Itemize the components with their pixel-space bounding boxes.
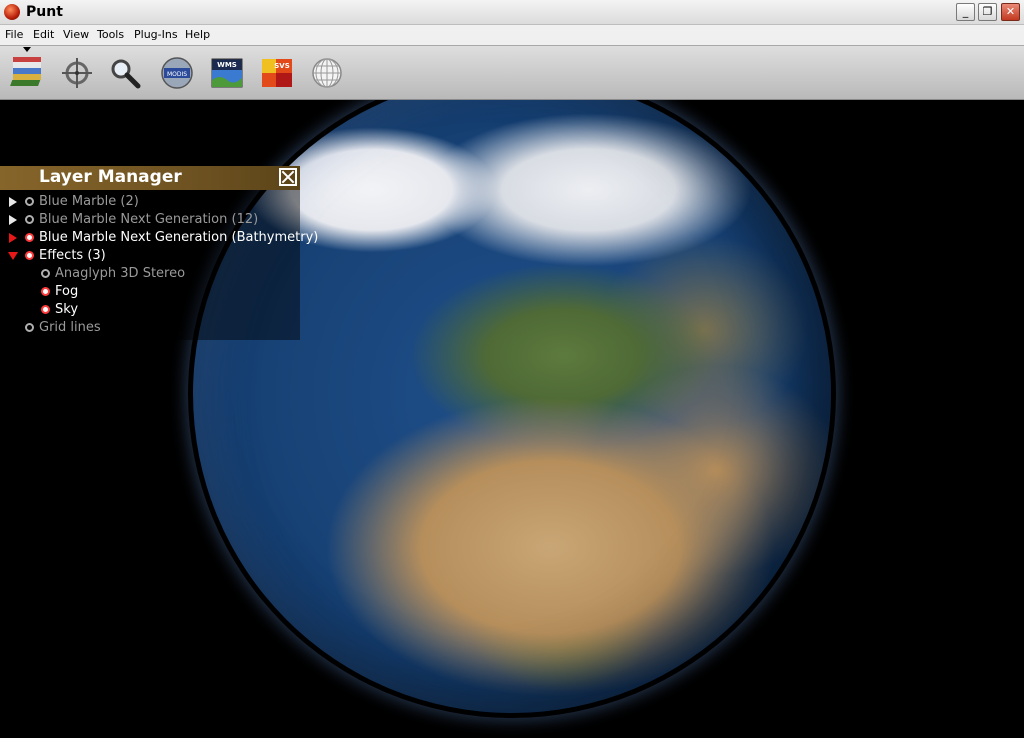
expand-arrow-icon[interactable] [9,215,17,225]
layer-item-anaglyph[interactable]: Anaglyph 3D Stereo [0,265,300,283]
toolbar: MODIS WMS SVS [0,45,1024,100]
app-logo-icon [4,4,20,20]
svs-icon: SVS [262,59,292,87]
layer-label: Grid lines [39,320,101,335]
restore-button[interactable]: ❐ [978,3,997,21]
menu-file[interactable]: File [5,28,23,41]
crosshair-tool-button[interactable] [60,56,94,90]
grid-tool-button[interactable] [310,56,344,90]
svs-tool-button[interactable]: SVS [260,56,294,90]
layer-item-bmng-bathymetry[interactable]: Blue Marble Next Generation (Bathymetry) [0,229,318,247]
layers-icon [10,57,41,86]
layer-label: Blue Marble Next Generation (Bathymetry) [39,230,319,245]
layer-toggle-off-icon[interactable] [25,215,34,224]
layer-manager-title: Layer Manager [39,167,182,187]
layer-item-bmng[interactable]: Blue Marble Next Generation (12) [0,211,300,229]
wms-icon: WMS [211,58,243,88]
expand-arrow-icon[interactable] [9,197,17,207]
layer-label: Blue Marble (2) [39,194,139,209]
wms-label: WMS [217,61,237,69]
layer-manager-close-icon[interactable] [279,168,297,186]
layer-toggle-off-icon[interactable] [25,323,34,332]
close-window-button[interactable]: ✕ [1001,3,1020,21]
grid-globe-icon [312,58,342,88]
layer-item-blue-marble[interactable]: Blue Marble (2) [0,193,300,211]
search-tool-button[interactable] [108,56,142,90]
layer-item-sky[interactable]: Sky [0,301,300,319]
wms-tool-button[interactable]: WMS [210,56,244,90]
minimize-button[interactable]: _ [956,3,975,21]
layer-item-fog[interactable]: Fog [0,283,300,301]
layers-tool-button[interactable] [10,56,44,90]
menu-edit[interactable]: Edit [33,28,54,41]
layer-item-grid-lines[interactable]: Grid lines [0,319,300,337]
layer-label: Sky [55,302,79,317]
layer-label: Fog [55,284,79,299]
menu-plugins[interactable]: Plug-Ins [134,28,178,41]
layer-toggle-off-icon[interactable] [25,197,34,206]
layer-toggle-on-icon[interactable] [25,251,34,260]
menu-bar: File Edit View Tools Plug-Ins Help [0,25,1024,45]
layer-manager-header[interactable]: Layer Manager [0,166,300,190]
layer-label: Anaglyph 3D Stereo [55,266,186,281]
active-tool-indicator-icon [23,47,31,52]
layer-toggle-on-icon[interactable] [41,305,50,314]
title-bar: Punt _ ❐ ✕ [0,0,1024,25]
svs-label: SVS [274,62,290,70]
menu-help[interactable]: Help [185,28,210,41]
crosshair-icon [62,58,92,88]
modis-tool-button[interactable]: MODIS [160,56,194,90]
menu-view[interactable]: View [63,28,89,41]
modis-label: MODIS [167,71,187,78]
modis-icon: MODIS [161,57,193,89]
layer-toggle-on-icon[interactable] [41,287,50,296]
layer-item-effects[interactable]: Effects (3) [0,247,300,265]
layer-label: Effects (3) [39,248,106,263]
menu-tools[interactable]: Tools [97,28,124,41]
collapse-arrow-icon[interactable] [8,252,18,260]
expand-arrow-icon[interactable] [9,233,17,243]
magnifier-icon [111,59,141,89]
layer-label: Blue Marble Next Generation (12) [39,212,259,227]
window-title: Punt [26,4,63,20]
layer-toggle-off-icon[interactable] [41,269,50,278]
layer-toggle-on-icon[interactable] [25,233,34,242]
